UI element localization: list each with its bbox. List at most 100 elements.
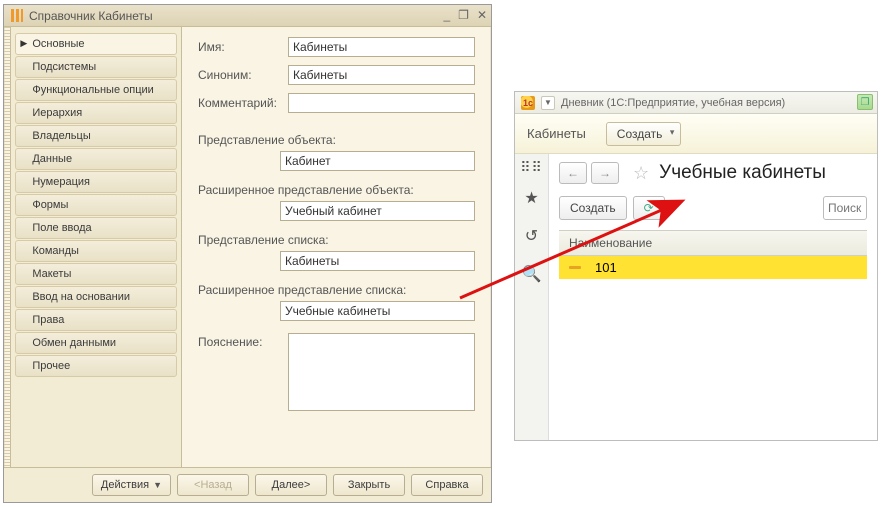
runtime-window: 1c ▼ Дневник (1С:Предприятие, учебная ве… [514, 91, 878, 441]
nav-item-exchange[interactable]: Обмен данными [15, 332, 177, 354]
nav-label: Прочее [32, 360, 70, 372]
minimize-icon[interactable]: _ [443, 8, 450, 22]
search-input-wrap[interactable] [823, 196, 867, 220]
btn-label: Справка [425, 479, 468, 491]
nav-item-inputfield[interactable]: Поле ввода [15, 217, 177, 239]
search-input[interactable] [824, 201, 866, 215]
nav-label: Обмен данными [32, 337, 116, 349]
btn-label: Создать [570, 201, 616, 215]
designer-footer: Действия ▼ <Назад Далее> Закрыть Справка [4, 467, 491, 502]
designer-title: Справочник Кабинеты [29, 9, 153, 23]
col-label: Наименование [569, 236, 652, 250]
nav-label: Поле ввода [32, 222, 91, 234]
label-obj-repr: Представление объекта: [198, 133, 475, 147]
restore-icon[interactable]: ❐ [458, 8, 469, 22]
btn-label: Создать [617, 127, 663, 141]
nav-item-forms[interactable]: Формы [15, 194, 177, 216]
input-list-repr[interactable] [280, 251, 475, 271]
nav-back-button[interactable]: ← [559, 162, 587, 184]
nav-item-templates[interactable]: Макеты [15, 263, 177, 285]
create-item-button[interactable]: Создать [559, 196, 627, 220]
nav-label: Основные [32, 38, 84, 50]
app-icon [10, 9, 23, 22]
nav-forward-button[interactable]: → [591, 162, 619, 184]
nav-panel: Основные Подсистемы Функциональные опции… [11, 27, 182, 467]
cell-name: 101 [595, 260, 617, 275]
input-comment[interactable] [288, 93, 475, 113]
nav-item-subsystems[interactable]: Подсистемы [15, 56, 177, 78]
favorite-icon[interactable]: ☆ [633, 163, 649, 184]
runtime-sidebar: ⠿⠿ ★ ↺ 🔍 [515, 154, 549, 440]
runtime-main: ⠿⠿ ★ ↺ 🔍 ← → ☆ Учебные кабинеты Создать … [515, 154, 877, 440]
nav-label: Ввод на основании [32, 291, 130, 303]
input-list-repr-ext[interactable] [280, 301, 475, 321]
nav-label: Права [32, 314, 64, 326]
nav-label: Нумерация [32, 176, 90, 188]
actions-button[interactable]: Действия ▼ [92, 474, 171, 496]
input-name[interactable] [288, 37, 475, 57]
maximize-icon[interactable]: ❐ [857, 94, 873, 110]
grid-header[interactable]: Наименование [559, 231, 867, 256]
create-button[interactable]: Создать [606, 122, 682, 146]
runtime-actions: Создать ⟳ [559, 196, 867, 220]
nav-label: Макеты [32, 268, 71, 280]
label-comment: Комментарий: [198, 96, 280, 110]
nav-item-hierarchy[interactable]: Иерархия [15, 102, 177, 124]
designer-body: Основные Подсистемы Функциональные опции… [4, 27, 491, 467]
breadcrumb[interactable]: Кабинеты [527, 126, 586, 141]
label-obj-repr-ext: Расширенное представление объекта: [198, 183, 475, 197]
nav-item-inputbased[interactable]: Ввод на основании [15, 286, 177, 308]
input-obj-repr-ext[interactable] [280, 201, 475, 221]
runtime-toolbar: Кабинеты Создать [515, 114, 877, 154]
nav-item-data[interactable]: Данные [15, 148, 177, 170]
nav-item-commands[interactable]: Команды [15, 240, 177, 262]
runtime-nav: ← → ☆ Учебные кабинеты [559, 162, 867, 184]
refresh-icon: ⟳ [644, 201, 654, 215]
designer-titlebar: Справочник Кабинеты _ ❐ ✕ [4, 5, 491, 27]
label-synonym: Синоним: [198, 68, 280, 82]
nav-item-numbering[interactable]: Нумерация [15, 171, 177, 193]
designer-window: Справочник Кабинеты _ ❐ ✕ Основные Подси… [3, 4, 492, 503]
nav-label: Функциональные опции [32, 84, 153, 96]
runtime-titlebar: 1c ▼ Дневник (1С:Предприятие, учебная ве… [515, 92, 877, 114]
help-button[interactable]: Справка [411, 474, 483, 496]
label-explanation: Пояснение: [198, 333, 280, 349]
page-title: Учебные кабинеты [659, 162, 826, 184]
btn-label: Действия [101, 479, 149, 491]
dropdown-icon[interactable]: ▼ [541, 96, 555, 110]
grip-handle[interactable] [4, 27, 11, 467]
nav-label: Данные [32, 153, 72, 165]
nav-label: Команды [32, 245, 79, 257]
nav-label: Иерархия [32, 107, 82, 119]
close-button[interactable]: Закрыть [333, 474, 405, 496]
star-icon[interactable]: ★ [524, 188, 538, 208]
input-explanation[interactable] [288, 333, 475, 411]
row-icon [569, 266, 581, 269]
dialpad-icon[interactable]: ⠿⠿ [520, 164, 543, 170]
nav-item-main[interactable]: Основные [15, 33, 177, 55]
runtime-title: Дневник (1С:Предприятие, учебная версия) [561, 97, 785, 109]
next-button[interactable]: Далее> [255, 474, 327, 496]
input-obj-repr[interactable] [280, 151, 475, 171]
input-synonym[interactable] [288, 65, 475, 85]
refresh-button[interactable]: ⟳ [633, 196, 665, 220]
search-icon[interactable]: 🔍 [522, 264, 542, 284]
back-button: <Назад [177, 474, 249, 496]
nav-item-rights[interactable]: Права [15, 309, 177, 331]
nav-label: Формы [32, 199, 68, 211]
form-area: Имя: Синоним: Комментарий: Представление… [182, 27, 491, 467]
grid: Наименование 101 [559, 230, 867, 279]
nav-item-other[interactable]: Прочее [15, 355, 177, 377]
table-row[interactable]: 101 [559, 256, 867, 279]
runtime-content: ← → ☆ Учебные кабинеты Создать ⟳ Наимено… [549, 154, 877, 440]
history-icon[interactable]: ↺ [525, 226, 538, 246]
nav-item-owners[interactable]: Владельцы [15, 125, 177, 147]
nav-label: Владельцы [32, 130, 90, 142]
nav-item-funcoptions[interactable]: Функциональные опции [15, 79, 177, 101]
close-icon[interactable]: ✕ [477, 8, 487, 22]
chevron-down-icon: ▼ [153, 480, 162, 490]
label-list-repr: Представление списка: [198, 233, 475, 247]
label-name: Имя: [198, 40, 280, 54]
btn-label: Закрыть [348, 479, 390, 491]
nav-label: Подсистемы [32, 61, 96, 73]
